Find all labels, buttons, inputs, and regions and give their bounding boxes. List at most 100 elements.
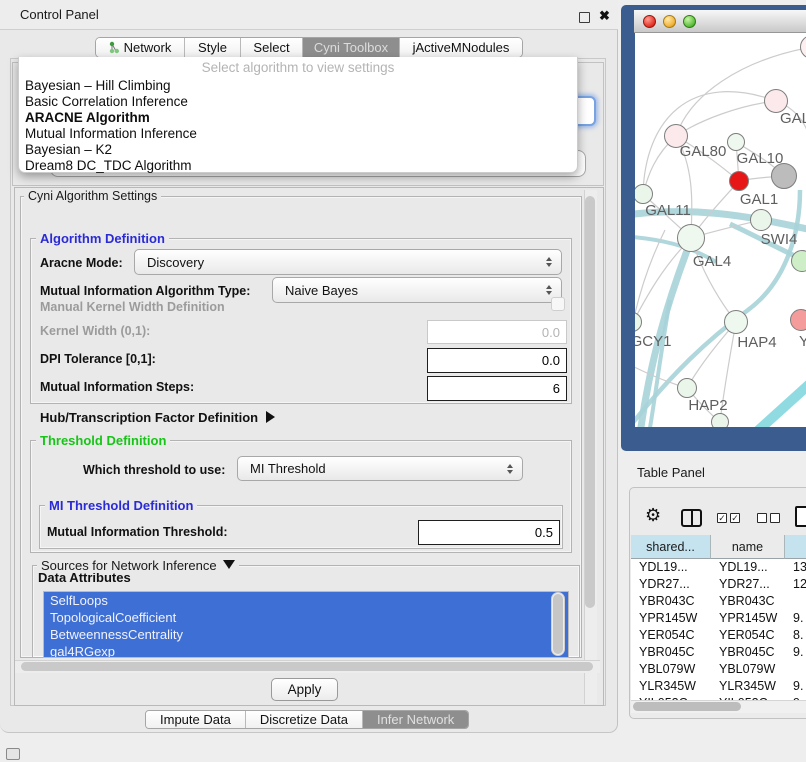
node-label: HAP4: [737, 334, 776, 351]
mi-type-label: Mutual Information Algorithm Type:: [40, 284, 250, 298]
manual-kernel-label: Manual Kernel Width Definition: [40, 300, 225, 314]
table-cell: YER054C: [631, 627, 711, 644]
tab-label: Style: [198, 40, 227, 55]
node-label: GCY1: [635, 333, 671, 350]
tab-network[interactable]: Network: [96, 38, 184, 57]
attribute-item[interactable]: TopologicalCoefficient: [44, 609, 568, 626]
table-cell: 8.: [785, 627, 806, 644]
unchecked-box-icon[interactable]: [757, 513, 767, 523]
node-label: Y: [799, 333, 806, 350]
table-cell: YBR045C: [711, 644, 785, 661]
network-node[interactable]: [791, 250, 806, 272]
table-row[interactable]: YPR145WYPR145W9.: [631, 610, 806, 627]
unchecked-box-icon[interactable]: [770, 513, 780, 523]
table-row[interactable]: YDL19...YDL19...13: [631, 559, 806, 576]
algorithm-option[interactable]: Mutual Information Inference: [25, 126, 571, 142]
algorithm-definition-title: Algorithm Definition: [36, 231, 169, 246]
table-row[interactable]: YLR345WYLR345W9.: [631, 678, 806, 695]
network-node-y[interactable]: [790, 309, 806, 331]
gear-icon[interactable]: ⚙: [645, 505, 661, 526]
attributes-scrollbar-thumb[interactable]: [553, 594, 563, 654]
table-cell: [785, 661, 806, 678]
close-traffic-light-icon[interactable]: [643, 15, 656, 28]
table-cell: YBR045C: [631, 644, 711, 661]
table-row[interactable]: YBR043CYBR043C: [631, 593, 806, 610]
table-row[interactable]: YBR045CYBR045C9.: [631, 644, 806, 661]
split-columns-icon[interactable]: [681, 509, 702, 527]
algorithm-option[interactable]: Bayesian – K2: [25, 142, 571, 158]
tab-cyni-toolbox[interactable]: Cyni Toolbox: [302, 38, 399, 57]
tab-label: jActiveMNodules: [413, 40, 510, 55]
minimize-traffic-light-icon[interactable]: [663, 15, 676, 28]
sources-group-toggle[interactable]: Sources for Network Inference: [37, 558, 239, 573]
tab-infer-network[interactable]: Infer Network: [362, 711, 468, 728]
algorithm-option[interactable]: Dream8 DC_TDC Algorithm: [25, 158, 571, 174]
kernel-width-field[interactable]: 0.0: [427, 320, 567, 344]
algorithm-option[interactable]: Bayesian – Hill Climbing: [25, 78, 571, 94]
dock-panel-icon[interactable]: [6, 748, 20, 760]
hub-section-toggle[interactable]: Hub/Transcription Factor Definition: [40, 410, 275, 425]
close-icon[interactable]: ✖: [599, 8, 610, 24]
collapsed-arrow-icon: [266, 411, 275, 423]
network-icon: [109, 41, 120, 54]
control-panel-title: Control Panel: [20, 7, 99, 22]
document-icon[interactable]: [795, 506, 806, 527]
table-cell: YBR043C: [711, 593, 785, 610]
control-panel-titlebar[interactable]: Control Panel ✖: [0, 0, 618, 30]
node-label: GAL: [780, 110, 806, 127]
column-header-shared[interactable]: shared...: [631, 535, 711, 559]
network-node[interactable]: [711, 413, 729, 427]
table-row[interactable]: YER054CYER054C8.: [631, 627, 806, 644]
node-table[interactable]: shared...nameA YDL19...YDL19...13YDR27..…: [631, 535, 806, 700]
which-threshold-combobox[interactable]: MI Threshold: [237, 456, 523, 481]
table-cell: YDR27...: [631, 576, 711, 593]
tab-discretize-data[interactable]: Discretize Data: [245, 711, 362, 728]
settings-vertical-scrollbar-thumb[interactable]: [585, 196, 595, 608]
mi-threshold-label: Mutual Information Threshold:: [47, 525, 228, 539]
attribute-item[interactable]: SelfLoops: [44, 592, 568, 609]
network-node-gal1[interactable]: [729, 171, 749, 191]
node-label: GAL11: [645, 202, 691, 219]
float-panel-icon[interactable]: [579, 12, 590, 23]
mi-threshold-field[interactable]: 0.5: [418, 520, 560, 545]
combo-arrows-icon: [546, 257, 552, 267]
tab-label: Cyni Toolbox: [314, 40, 388, 55]
tab-impute-data[interactable]: Impute Data: [146, 711, 245, 728]
network-canvas[interactable]: GALGAL80GAL10GAL1GAL11GAL4SWI4GCY1HAP4YH…: [635, 33, 806, 427]
dpi-tolerance-field[interactable]: 0.0: [427, 348, 567, 373]
algorithm-option[interactable]: Basic Correlation Inference: [25, 94, 571, 110]
manual-kernel-checkbox[interactable]: [551, 297, 565, 311]
table-cell: 12: [785, 576, 806, 593]
network-node[interactable]: [771, 163, 797, 189]
attribute-item[interactable]: BetweennessCentrality: [44, 626, 568, 643]
network-window-titlebar[interactable]: [634, 10, 806, 33]
table-horizontal-scrollbar-thumb[interactable]: [633, 702, 741, 711]
table-cell: YBL079W: [631, 661, 711, 678]
network-node-hap4[interactable]: [724, 310, 748, 334]
network-node-hap2[interactable]: [677, 378, 697, 398]
checked-box-icon[interactable]: ✓: [717, 513, 727, 523]
tab-jactivemnodules[interactable]: jActiveMNodules: [399, 38, 522, 57]
tab-label: Select: [253, 40, 289, 55]
table-row[interactable]: YBL079WYBL079W: [631, 661, 806, 678]
column-header-a[interactable]: A: [785, 535, 806, 559]
tab-select[interactable]: Select: [240, 38, 302, 57]
mi-steps-field[interactable]: 6: [427, 376, 567, 401]
algorithm-option[interactable]: ARACNE Algorithm: [25, 110, 571, 126]
settings-horizontal-scrollbar-thumb[interactable]: [21, 662, 593, 671]
mi-type-combobox[interactable]: Naive Bayes: [272, 277, 562, 303]
network-node-gal4[interactable]: [677, 224, 705, 252]
data-attributes-list[interactable]: SelfLoopsTopologicalCoefficientBetweenne…: [43, 591, 569, 658]
attributes-scrollbar[interactable]: [551, 592, 565, 656]
checked-box-icon[interactable]: ✓: [730, 513, 740, 523]
network-node-swi4[interactable]: [750, 209, 772, 231]
column-header-name[interactable]: name: [711, 535, 785, 559]
aracne-mode-value: Discovery: [147, 255, 204, 270]
zoom-traffic-light-icon[interactable]: [683, 15, 696, 28]
aracne-mode-combobox[interactable]: Discovery: [134, 249, 562, 275]
attribute-item[interactable]: gal4RGexp: [44, 643, 568, 658]
tab-style[interactable]: Style: [184, 38, 240, 57]
network-node-gal10[interactable]: [727, 133, 745, 151]
table-row[interactable]: YDR27...YDR27...12: [631, 576, 806, 593]
apply-button[interactable]: Apply: [271, 678, 338, 701]
